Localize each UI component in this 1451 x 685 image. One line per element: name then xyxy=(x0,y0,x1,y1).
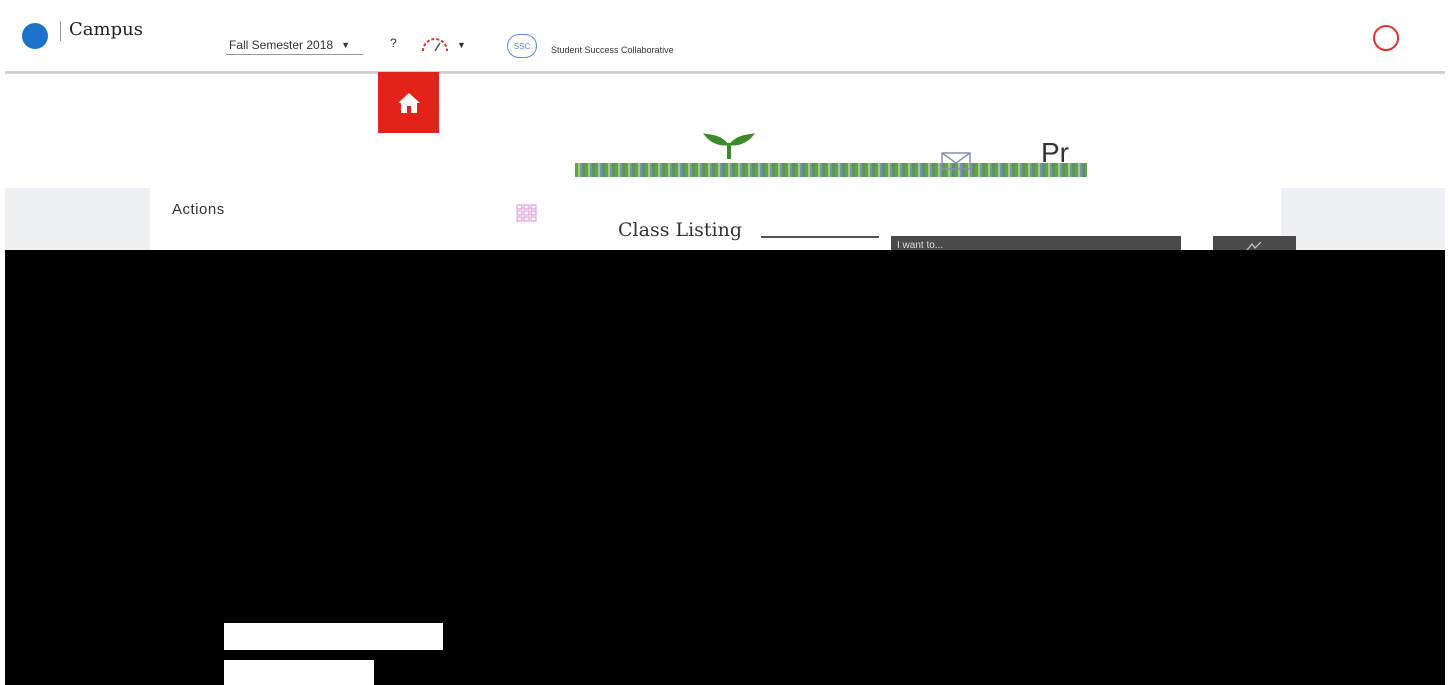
term-select[interactable]: Fall Semester 2018 ▼ xyxy=(226,36,363,55)
title-underline xyxy=(761,236,879,238)
ssc-badge[interactable]: SSC xyxy=(507,34,537,58)
home-icon xyxy=(397,92,420,113)
class-listing-title: Class Listing xyxy=(618,219,743,241)
subheader-divider xyxy=(5,73,1445,74)
app-frame: Campus Fall Semester 2018 ▼ ? ▼ SSC Stud… xyxy=(5,5,1445,685)
grid-icon[interactable] xyxy=(516,204,538,222)
dashboard-dropdown[interactable]: ▼ xyxy=(419,35,471,55)
help-link[interactable]: ? xyxy=(390,36,397,50)
actions-label[interactable]: Actions xyxy=(172,201,225,218)
content-block xyxy=(224,623,443,650)
term-select-value: Fall Semester 2018 xyxy=(229,38,334,52)
content-block xyxy=(224,660,374,685)
app-title: Campus xyxy=(69,19,143,40)
chevron-down-icon: ▼ xyxy=(341,40,350,50)
gauge-icon xyxy=(422,38,448,52)
sprout-logo-icon xyxy=(703,133,755,159)
right-panel-header xyxy=(1281,188,1445,250)
main-content-area xyxy=(5,250,1445,685)
alert-icon[interactable] xyxy=(1373,25,1399,51)
chevron-down-icon: ▼ xyxy=(457,40,466,50)
header-divider xyxy=(60,21,61,41)
left-panel-header xyxy=(5,188,150,250)
page-heading: Pr xyxy=(1041,137,1069,168)
institution-name-banner xyxy=(575,163,1087,177)
campus-logo-icon[interactable] xyxy=(22,23,48,49)
top-header: Campus Fall Semester 2018 ▼ ? ▼ SSC Stud… xyxy=(5,5,1445,73)
mail-icon[interactable] xyxy=(941,152,971,170)
ssc-link[interactable]: Student Success Collaborative xyxy=(551,45,674,55)
home-button[interactable] xyxy=(378,72,439,133)
